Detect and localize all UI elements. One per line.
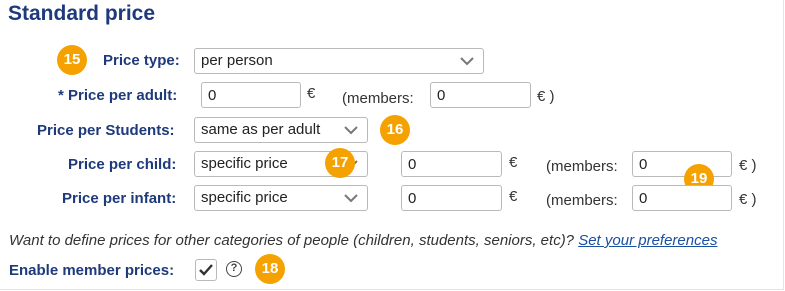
annotation-badge-18: 18 [255,254,285,284]
price-per-infant-label: Price per infant: [62,190,177,207]
price-per-infant-select[interactable]: specific price [194,185,368,211]
infant-currency: € [509,188,518,205]
price-type-label: Price type: [103,52,180,69]
enable-member-prices-checkbox[interactable] [195,259,217,281]
child-currency: € [509,154,518,171]
price-per-adult-input[interactable] [201,82,301,108]
child-members-currency: € ) [739,157,757,174]
adult-members-currency: € ) [537,88,555,105]
infant-members-input[interactable] [632,185,732,211]
infant-members-label: (members: [546,192,618,209]
chevron-down-icon [460,57,474,66]
checkmark-icon [199,264,213,276]
categories-info-sentence: Want to define prices for other categori… [9,232,579,249]
price-type-value: per person [201,52,273,69]
child-members-input[interactable] [632,151,732,177]
annotation-badge-15: 15 [57,45,87,75]
students-select-value: same as per adult [201,121,321,138]
chevron-down-icon [344,194,358,203]
price-per-infant-input[interactable] [401,185,502,211]
adult-members-input[interactable] [430,82,531,108]
adult-currency: € [307,85,316,102]
child-select-value: specific price [201,155,288,172]
annotation-badge-17: 17 [325,148,355,178]
child-members-label: (members: [546,158,618,175]
price-per-child-input[interactable] [401,151,502,177]
price-per-child-label: Price per child: [68,156,177,173]
infant-select-value: specific price [201,189,288,206]
price-type-select[interactable]: per person [194,48,484,74]
categories-info-text: Want to define prices for other categori… [9,232,717,249]
set-preferences-link[interactable]: Set your preferences [578,232,717,249]
infant-members-currency: € ) [739,191,757,208]
price-per-students-select[interactable]: same as per adult [194,117,368,143]
price-per-adult-label: * Price per adult: [58,87,178,104]
section-title: Standard price [8,2,156,25]
enable-member-prices-label: Enable member prices: [9,262,175,279]
adult-members-label: (members: [342,90,414,107]
standard-price-panel: Standard price 15 Price type: per person… [0,0,784,290]
annotation-badge-16: 16 [380,115,410,145]
question-circle-icon[interactable]: ? [226,261,242,277]
chevron-down-icon [344,126,358,135]
price-per-students-label: Price per Students: [37,122,175,139]
